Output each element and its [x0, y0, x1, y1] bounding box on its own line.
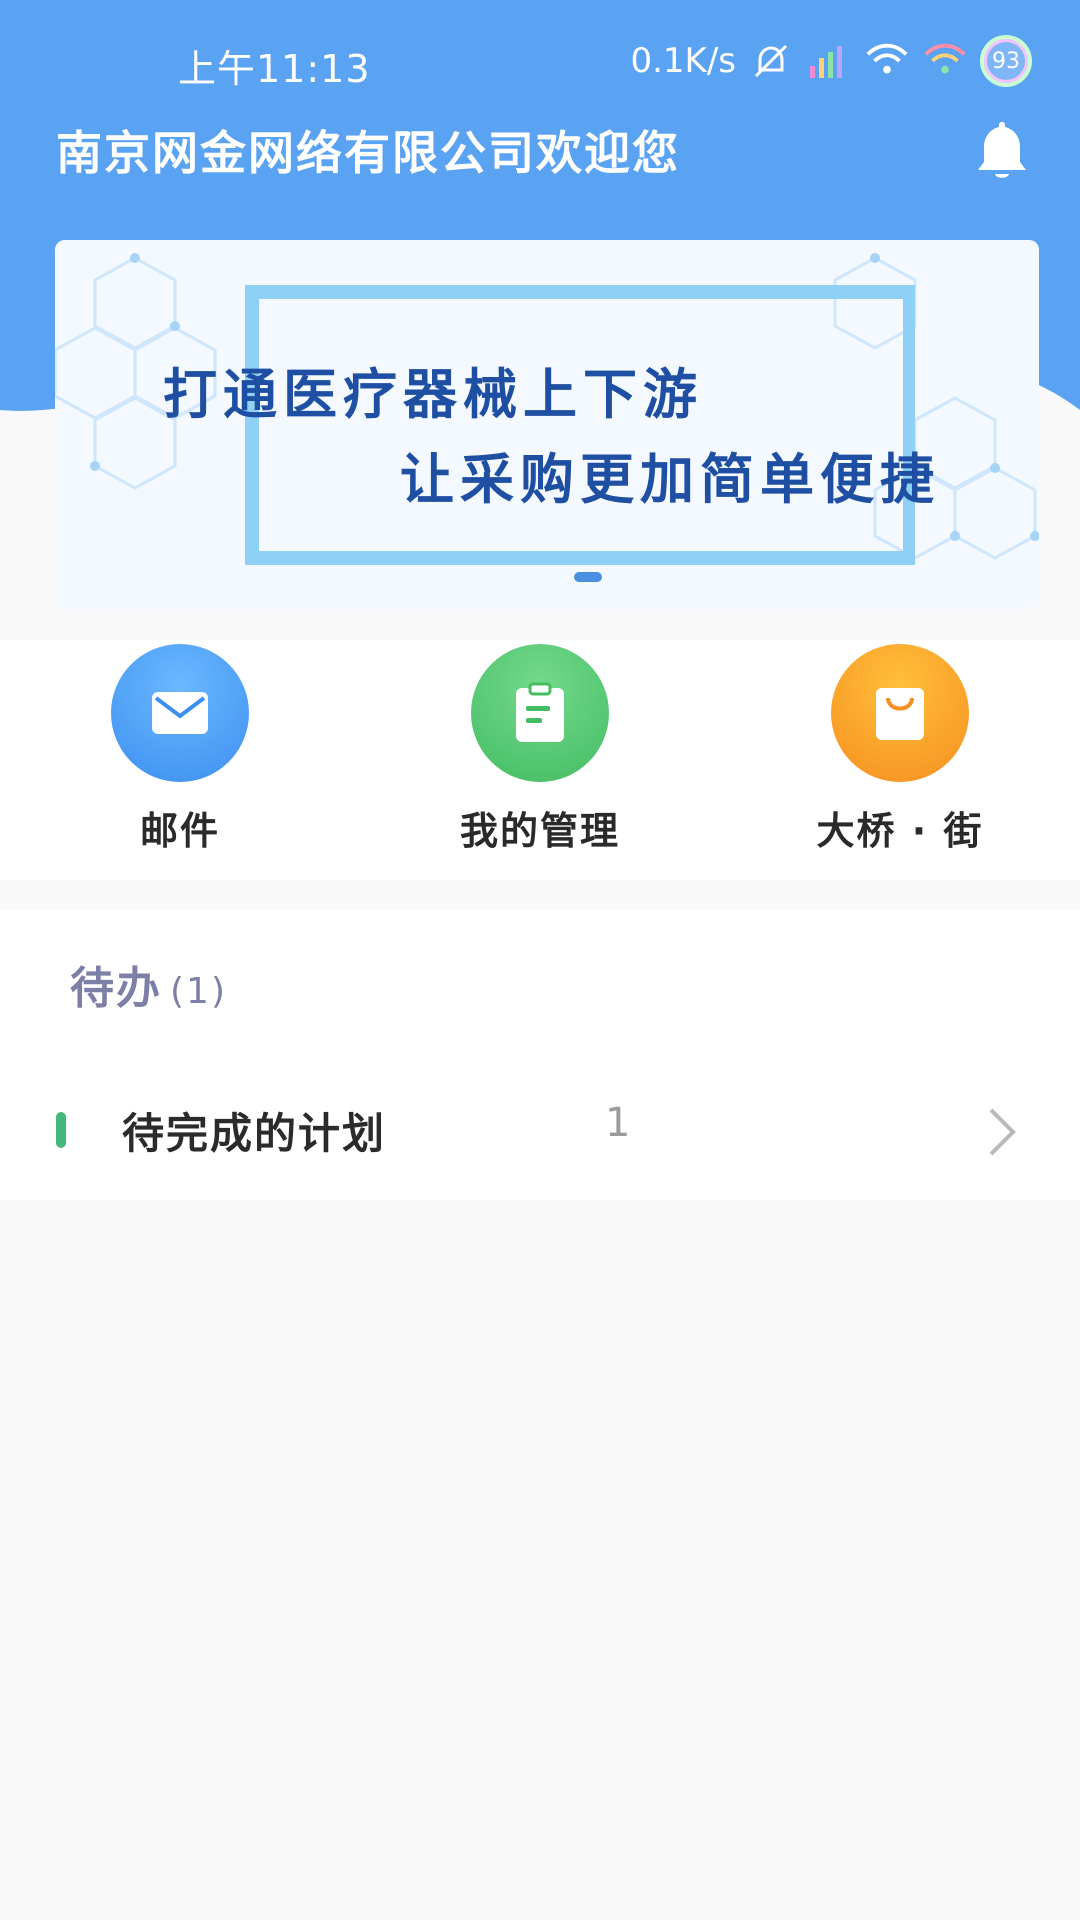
status-time: 上午11:13	[178, 47, 371, 91]
notification-button[interactable]	[972, 118, 1032, 182]
todo-title: 待办	[70, 963, 162, 1014]
quick-actions: 邮件 我的管理 大桥 · 街	[0, 640, 1080, 880]
battery-indicator: 93	[980, 35, 1032, 87]
bell-icon	[978, 122, 1026, 178]
todo-heading: 待办 (1)	[70, 952, 227, 1016]
mail-label: 邮件	[139, 809, 220, 853]
signal-icon	[806, 38, 852, 84]
todo-section: 待办 (1) 待完成的计划 1	[0, 910, 1080, 1200]
mail-button[interactable]: 邮件	[50, 640, 310, 880]
my-management-label: 我的管理	[459, 809, 620, 853]
clipboard-icon	[471, 644, 609, 782]
banner-subheadline: 让采购更加简单便捷	[400, 448, 940, 511]
banner-pagination	[55, 572, 1039, 582]
wifi-icon	[922, 38, 968, 84]
todo-marker	[56, 1112, 66, 1148]
mail-icon	[111, 644, 249, 782]
banner-headline: 打通医疗器械上下游	[163, 363, 703, 426]
mute-icon	[748, 38, 794, 84]
todo-count: (1)	[170, 971, 227, 1012]
promo-banner[interactable]: 打通医疗器械上下游 让采购更加简单便捷	[55, 240, 1039, 610]
wifi-icon	[864, 38, 910, 84]
network-speed: 0.1K/s	[630, 41, 736, 81]
chevron-right-icon	[989, 1108, 1016, 1156]
shopping-bag-icon	[831, 644, 969, 782]
page-title: 南京网金网络有限公司欢迎您	[56, 126, 680, 180]
banner-dot-active[interactable]	[574, 572, 602, 582]
status-indicators: 0.1K/s 93	[630, 30, 1032, 92]
my-management-button[interactable]: 我的管理	[410, 640, 670, 880]
status-bar: 上午11:13 0.1K/s 93	[0, 0, 1080, 120]
todo-item-count: 1	[605, 1100, 631, 1146]
daqiao-street-button[interactable]: 大桥 · 街	[770, 640, 1030, 880]
header-bar: 南京网金网络有限公司欢迎您	[56, 118, 1032, 182]
todo-item[interactable]: 待完成的计划 1	[0, 1070, 1080, 1190]
todo-item-label: 待完成的计划	[122, 1109, 387, 1158]
daqiao-street-label: 大桥 · 街	[816, 809, 984, 853]
